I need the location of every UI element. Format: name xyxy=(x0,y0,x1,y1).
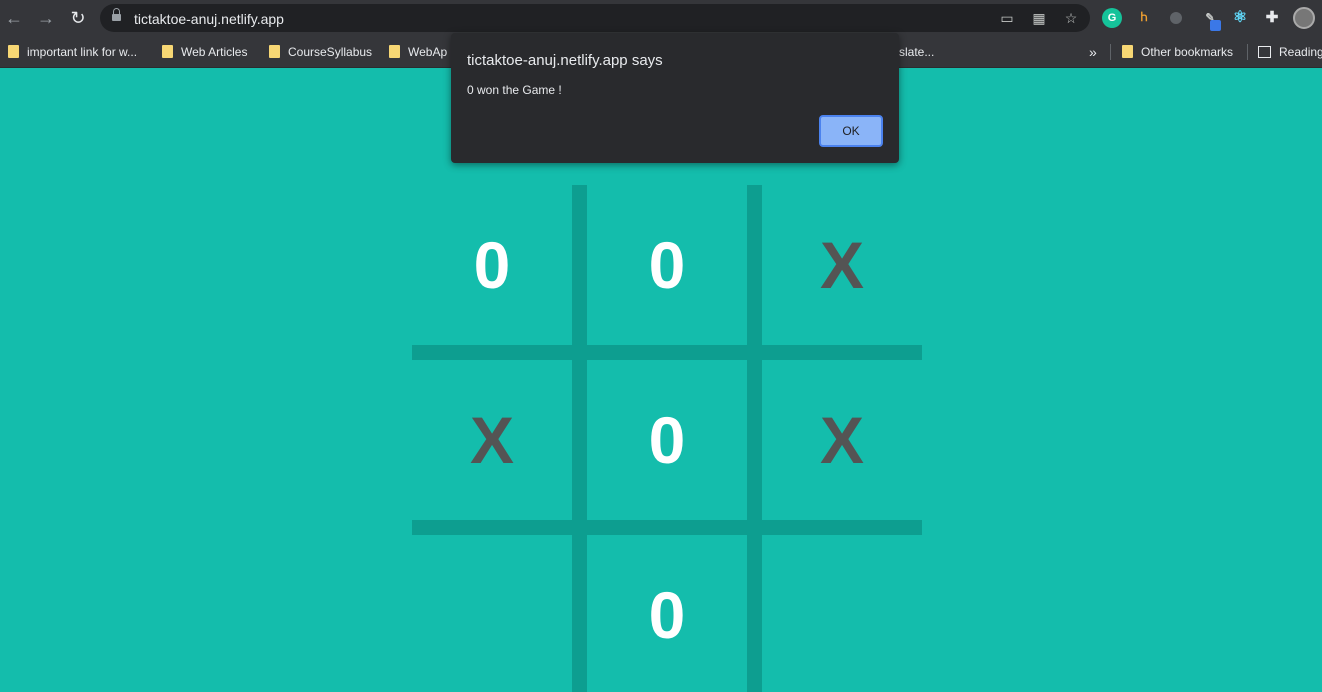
cast-icon[interactable]: ▭ xyxy=(998,9,1016,27)
grid-line-vertical xyxy=(572,185,587,692)
star-icon[interactable]: ☆ xyxy=(1062,9,1080,27)
record-icon[interactable] xyxy=(1166,8,1186,28)
board-cell-1[interactable]: 0 xyxy=(412,185,572,345)
qr-icon[interactable]: ▦ xyxy=(1030,9,1048,27)
react-devtools-icon[interactable]: ⚛ xyxy=(1230,8,1250,28)
bookmark-divider xyxy=(1110,44,1111,60)
reading-list[interactable]: Reading xyxy=(1258,43,1322,61)
grid-line-vertical xyxy=(747,185,762,692)
profile-avatar[interactable] xyxy=(1293,7,1315,29)
bookmarks-overflow-button[interactable]: » xyxy=(1089,43,1097,61)
blue-badge-icon xyxy=(1210,20,1221,31)
forward-arrow-icon[interactable]: → xyxy=(36,8,56,28)
extension-icon[interactable]: Ⴙ xyxy=(1134,8,1154,28)
bookmark-item[interactable]: Web Articles xyxy=(162,43,247,61)
folder-icon xyxy=(8,45,19,59)
board-cell-8[interactable]: 0 xyxy=(587,535,747,692)
board-cell-5[interactable]: 0 xyxy=(587,360,747,520)
dialog-message: 0 won the Game ! xyxy=(467,83,562,97)
address-bar[interactable]: tictaktoe-anuj.netlify.app ▭ ▦ ☆ xyxy=(100,4,1090,32)
folder-icon xyxy=(162,45,173,59)
board-cell-4[interactable]: X xyxy=(412,360,572,520)
grid-line-horizontal xyxy=(412,520,922,535)
reload-icon[interactable]: ↻ xyxy=(68,8,88,28)
game-board: 0 0 X X 0 X 0 xyxy=(412,185,922,692)
bookmark-item[interactable]: CourseSyllabus xyxy=(269,43,372,61)
board-cell-9[interactable] xyxy=(762,535,922,692)
folder-icon xyxy=(1122,45,1133,59)
ok-button[interactable]: OK xyxy=(819,115,883,147)
bookmark-item[interactable]: WebAp xyxy=(389,43,447,61)
folder-icon xyxy=(269,45,280,59)
board-cell-2[interactable]: 0 xyxy=(587,185,747,345)
bookmark-divider xyxy=(1247,44,1248,60)
folder-icon xyxy=(389,45,400,59)
board-cell-3[interactable]: X xyxy=(762,185,922,345)
url-text[interactable]: tictaktoe-anuj.netlify.app xyxy=(134,11,284,27)
board-cell-7[interactable] xyxy=(412,535,572,692)
dialog-title: tictaktoe-anuj.netlify.app says xyxy=(467,52,663,69)
puzzle-icon[interactable]: ✚ xyxy=(1262,8,1282,28)
reading-list-icon xyxy=(1258,45,1271,58)
browser-toolbar: ← → ↻ tictaktoe-anuj.netlify.app ▭ ▦ ☆ G… xyxy=(0,0,1322,36)
grammarly-icon[interactable]: G xyxy=(1102,8,1122,28)
lock-icon[interactable] xyxy=(112,8,121,22)
board-cell-6[interactable]: X xyxy=(762,360,922,520)
grid-line-horizontal xyxy=(412,345,922,360)
back-arrow-icon[interactable]: ← xyxy=(4,8,24,28)
bookmark-item[interactable]: important link for w... xyxy=(8,43,137,61)
other-bookmarks[interactable]: Other bookmarks xyxy=(1122,43,1233,61)
alert-dialog: tictaktoe-anuj.netlify.app says 0 won th… xyxy=(451,33,899,163)
bookmark-item[interactable]: slate... xyxy=(899,43,934,61)
